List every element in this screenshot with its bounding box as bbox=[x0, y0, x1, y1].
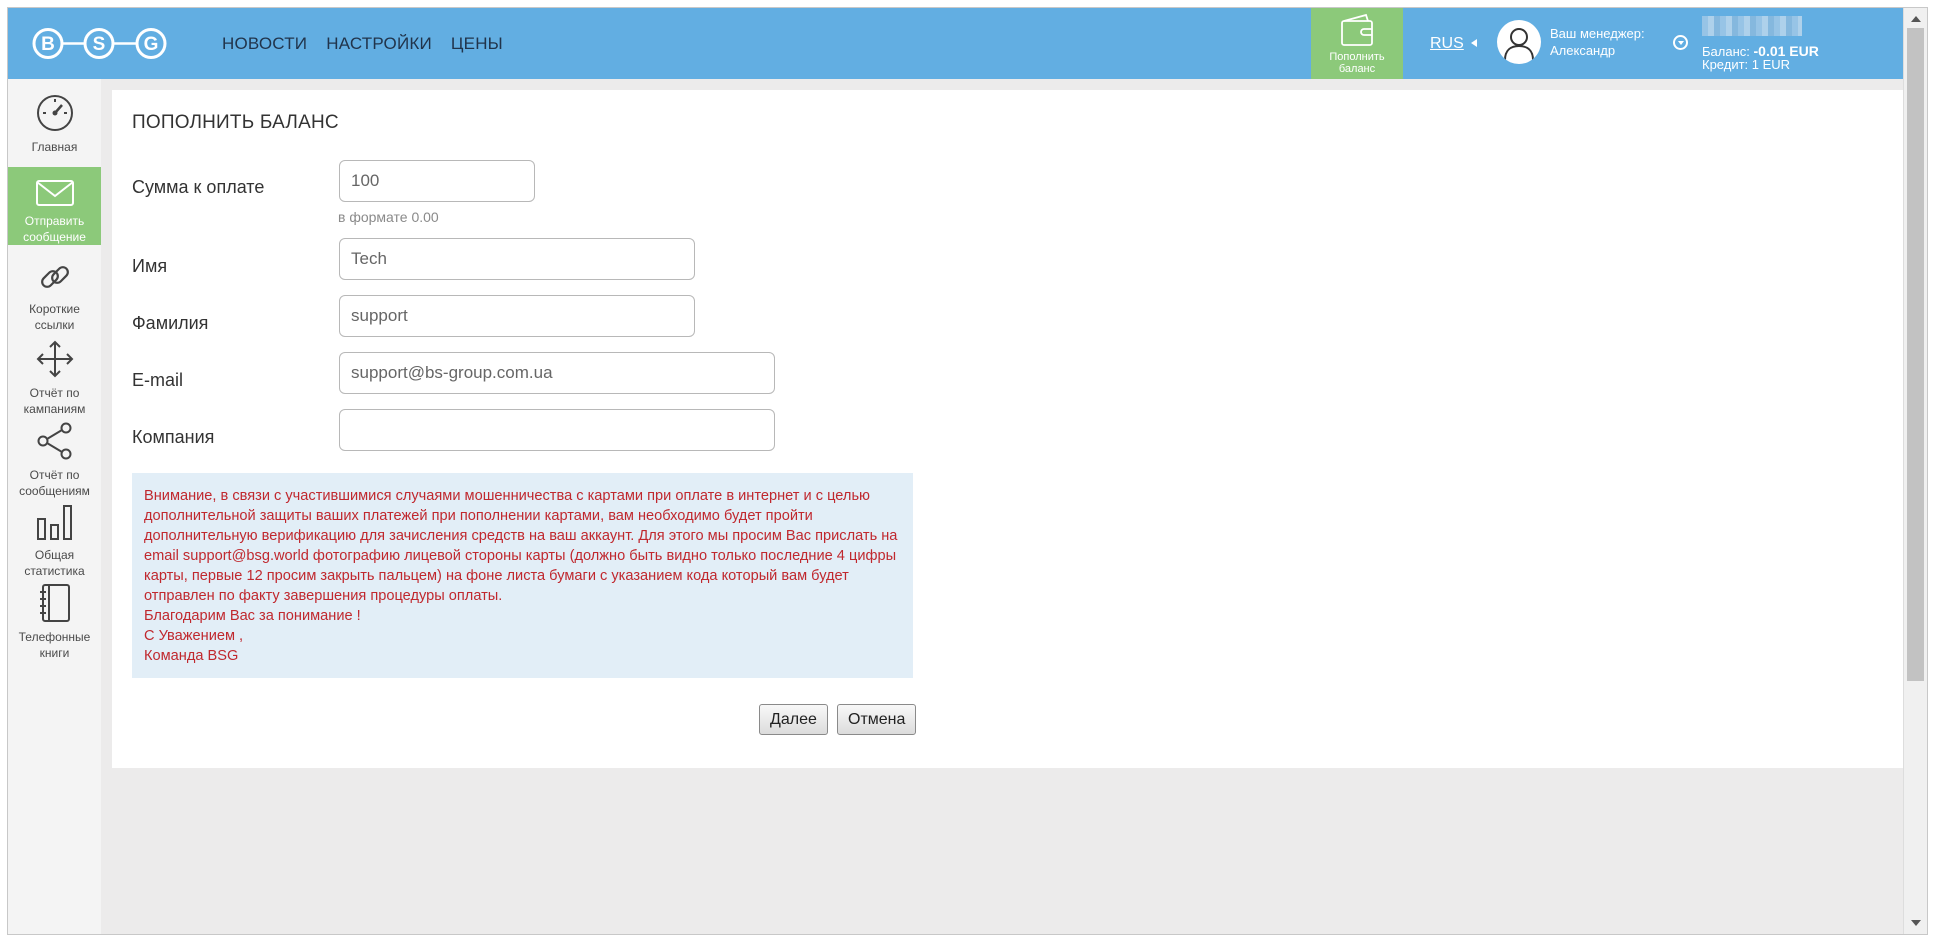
nav-settings[interactable]: НАСТРОЙКИ bbox=[326, 34, 432, 54]
main-nav: НОВОСТИ НАСТРОЙКИ ЦЕНЫ bbox=[222, 34, 503, 54]
notice-regards: С Уважением , bbox=[144, 628, 244, 644]
share-icon bbox=[37, 422, 71, 460]
manager-name: Александр bbox=[1550, 43, 1616, 58]
blurred-account-name bbox=[1702, 16, 1802, 36]
nav-news[interactable]: НОВОСТИ bbox=[222, 34, 307, 54]
manager-info: Ваш менеджер: Александр bbox=[1550, 25, 1645, 59]
dashboard-icon bbox=[36, 95, 73, 131]
notice-team: Команда BSG bbox=[144, 648, 239, 664]
balance-info: Баланс: -0.01 EUR Кредит: 1 EUR bbox=[1702, 44, 1819, 72]
amount-format-hint: в формате 0.00 bbox=[338, 209, 439, 225]
scroll-down-icon[interactable] bbox=[1911, 920, 1921, 926]
topup-label-line2: баланс bbox=[1338, 63, 1376, 75]
sidebar-item-campaign-report[interactable]: Отчёт по кампаниям bbox=[8, 331, 101, 416]
move-arrows-icon bbox=[36, 340, 73, 378]
sidebar-item-home[interactable]: Главная bbox=[8, 89, 101, 161]
nav-prices[interactable]: ЦЕНЫ bbox=[451, 34, 503, 54]
topup-form-panel: ПОПОЛНИТЬ БАЛАНС Сумма к оплате в формат… bbox=[112, 90, 1903, 768]
sidebar-item-send-message[interactable]: Отправить сообщение bbox=[8, 167, 101, 245]
amount-label: Сумма к оплате bbox=[132, 177, 265, 197]
caret-left-icon[interactable] bbox=[1471, 39, 1477, 47]
logo-letter-s: S bbox=[93, 34, 106, 55]
company-label: Компания bbox=[132, 427, 215, 447]
link-icon bbox=[40, 266, 69, 288]
email-label: E-mail bbox=[132, 370, 184, 390]
sidebar-item-label: Отправить сообщение bbox=[23, 214, 86, 244]
browser-frame: B S G НОВОСТИ НАСТРОЙКИ ЦЕНЫ Пополнить б… bbox=[7, 7, 1928, 935]
sidebar-item-message-report[interactable]: Отчёт по сообщениям bbox=[8, 411, 101, 498]
envelope-icon bbox=[35, 180, 74, 206]
cancel-button[interactable]: Отмена bbox=[837, 704, 917, 735]
sidebar: Главная Отправить сообщение Короткие ссы… bbox=[8, 79, 101, 934]
topup-label-line1: Пополнить bbox=[1329, 51, 1385, 63]
last-name-label: Фамилия bbox=[132, 313, 209, 333]
sidebar-item-phonebooks[interactable]: Телефонные книги bbox=[8, 573, 101, 660]
email-input[interactable] bbox=[339, 352, 775, 394]
language-selector[interactable]: RUS bbox=[1430, 35, 1464, 53]
notebook-icon bbox=[39, 584, 70, 622]
sidebar-item-label: Телефонные книги bbox=[18, 630, 91, 660]
vertical-scrollbar[interactable] bbox=[1903, 8, 1927, 934]
logo-letter-b: B bbox=[41, 34, 55, 55]
first-name-input[interactable] bbox=[339, 238, 695, 280]
account-dropdown-icon[interactable] bbox=[1673, 35, 1688, 50]
notice-text: Внимание, в связи с участившимися случая… bbox=[144, 488, 898, 604]
page-title: ПОПОЛНИТЬ БАЛАНС bbox=[132, 112, 339, 133]
top-bar: B S G НОВОСТИ НАСТРОЙКИ ЦЕНЫ Пополнить б… bbox=[8, 8, 1903, 79]
bsg-logo[interactable]: B S G bbox=[32, 22, 202, 65]
credit-line: Кредит: 1 EUR bbox=[1702, 57, 1791, 72]
topup-balance-button[interactable]: Пополнить баланс bbox=[1311, 8, 1403, 79]
notice-thanks: Благодарим Вас за понимание ! bbox=[144, 608, 361, 624]
sidebar-item-short-links[interactable]: Короткие ссылки bbox=[8, 251, 101, 332]
scrollbar-thumb[interactable] bbox=[1907, 28, 1924, 681]
bar-chart-icon bbox=[36, 505, 72, 540]
manager-label: Ваш менеджер: bbox=[1550, 26, 1645, 41]
sidebar-item-label: Главная bbox=[31, 140, 78, 154]
wallet-icon bbox=[1341, 13, 1373, 46]
company-input[interactable] bbox=[339, 409, 775, 451]
sidebar-item-general-stats[interactable]: Общая статистика bbox=[8, 491, 101, 578]
sidebar-item-label: Короткие ссылки bbox=[29, 302, 80, 332]
logo-letter-g: G bbox=[144, 34, 159, 55]
first-name-label: Имя bbox=[132, 256, 168, 276]
last-name-input[interactable] bbox=[339, 295, 695, 337]
scroll-up-icon[interactable] bbox=[1911, 16, 1921, 22]
amount-input[interactable] bbox=[339, 160, 535, 202]
avatar[interactable] bbox=[1497, 20, 1541, 64]
verification-notice: Внимание, в связи с участившимися случая… bbox=[132, 473, 913, 678]
next-button[interactable]: Далее bbox=[759, 704, 828, 735]
user-icon bbox=[1504, 28, 1534, 61]
